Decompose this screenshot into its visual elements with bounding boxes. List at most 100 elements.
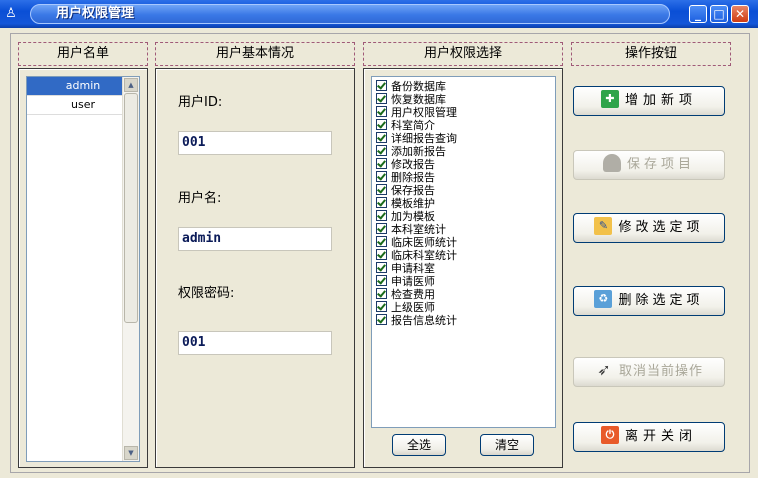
user-id-field[interactable]: 001 <box>178 131 332 155</box>
header-user-info: 用户基本情况 <box>155 42 355 66</box>
password-label: 权限密码: <box>178 286 235 301</box>
permission-label: 上级医师 <box>391 301 435 314</box>
cancel-icon: ➶ <box>597 360 611 379</box>
permission-item[interactable]: 检查费用 <box>372 288 555 301</box>
maximize-button[interactable]: □ <box>710 5 728 23</box>
user-name-label: 用户名: <box>178 191 222 206</box>
checkbox-checked-icon[interactable] <box>376 119 387 130</box>
close-icon: ✕ <box>734 7 746 21</box>
app-icon[interactable]: ♙ <box>4 6 18 22</box>
permission-item[interactable]: 申请医师 <box>372 275 555 288</box>
permission-item[interactable]: 报告信息统计 <box>372 314 555 327</box>
save-icon <box>602 154 621 172</box>
permission-label: 报告信息统计 <box>391 314 457 327</box>
close-button[interactable]: ✕ <box>731 5 749 23</box>
permission-label: 临床科室统计 <box>391 249 457 262</box>
user-list[interactable]: admin user ▲ ▼ <box>26 76 140 462</box>
checkbox-checked-icon[interactable] <box>376 106 387 117</box>
select-all-button[interactable]: 全选 <box>392 434 446 456</box>
permission-label: 科室简介 <box>391 119 435 132</box>
permission-label: 修改报告 <box>391 158 435 171</box>
permission-label: 加为模板 <box>391 210 435 223</box>
permission-item[interactable]: 添加新报告 <box>372 145 555 158</box>
checkbox-checked-icon[interactable] <box>376 197 387 208</box>
checkbox-checked-icon[interactable] <box>376 80 387 91</box>
header-actions: 操作按钮 <box>571 42 731 66</box>
permission-item[interactable]: 备份数据库 <box>372 80 555 93</box>
password-field[interactable]: 001 <box>178 331 332 355</box>
power-icon: ⏻ <box>600 426 619 444</box>
edit-icon: ✎ <box>594 217 613 235</box>
permission-label: 申请科室 <box>391 262 435 275</box>
permission-label: 临床医师统计 <box>391 236 457 249</box>
permission-item[interactable]: 临床医师统计 <box>372 236 555 249</box>
delete-selected-label: 删除选定项 <box>618 293 704 308</box>
permission-item[interactable]: 上级医师 <box>372 301 555 314</box>
edit-selected-button[interactable]: ✎ 修改选定项 <box>573 213 725 243</box>
permission-list[interactable]: 备份数据库 恢复数据库 用户权限管理 科室简介 详细报告查询 添加新报告 修改报… <box>371 76 556 428</box>
header-permissions: 用户权限选择 <box>363 42 563 66</box>
permission-item[interactable]: 删除报告 <box>372 171 555 184</box>
checkbox-checked-icon[interactable] <box>376 210 387 221</box>
permission-label: 模板维护 <box>391 197 435 210</box>
permission-item[interactable]: 详细报告查询 <box>372 132 555 145</box>
checkbox-checked-icon[interactable] <box>376 301 387 312</box>
checkbox-checked-icon[interactable] <box>376 145 387 156</box>
checkbox-checked-icon[interactable] <box>376 223 387 234</box>
user-list-scrollbar[interactable]: ▲ ▼ <box>122 77 139 461</box>
checkbox-checked-icon[interactable] <box>376 158 387 169</box>
minimize-button[interactable]: _ <box>689 5 707 23</box>
permission-label: 备份数据库 <box>391 80 446 93</box>
scroll-down-icon[interactable]: ▼ <box>124 446 138 460</box>
permission-item[interactable]: 修改报告 <box>372 158 555 171</box>
permission-item[interactable]: 用户权限管理 <box>372 106 555 119</box>
permission-label: 检查费用 <box>391 288 435 301</box>
add-item-button[interactable]: ✚ 增加新项 <box>573 86 725 116</box>
checkbox-checked-icon[interactable] <box>376 275 387 286</box>
permission-item[interactable]: 申请科室 <box>372 262 555 275</box>
permission-label: 本科室统计 <box>391 223 446 236</box>
permission-label: 恢复数据库 <box>391 93 446 106</box>
checkbox-checked-icon[interactable] <box>376 171 387 182</box>
delete-selected-button[interactable]: ♻ 删除选定项 <box>573 286 725 316</box>
permission-item[interactable]: 科室简介 <box>372 119 555 132</box>
permission-item[interactable]: 保存报告 <box>372 184 555 197</box>
checkbox-checked-icon[interactable] <box>376 262 387 273</box>
cancel-operation-button[interactable]: ➶ 取消当前操作 <box>573 357 725 387</box>
permission-item[interactable]: 模板维护 <box>372 197 555 210</box>
edit-selected-label: 修改选定项 <box>618 220 704 235</box>
checkbox-checked-icon[interactable] <box>376 314 387 325</box>
add-item-label: 增加新项 <box>624 93 697 108</box>
user-id-label: 用户ID: <box>178 95 223 110</box>
permission-item[interactable]: 临床科室统计 <box>372 249 555 262</box>
title-bar[interactable]: ♙ 用户权限管理 _ □ ✕ <box>0 0 758 28</box>
permission-label: 添加新报告 <box>391 145 446 158</box>
save-item-button[interactable]: 保存项目 <box>573 150 725 180</box>
checkbox-checked-icon[interactable] <box>376 132 387 143</box>
checkbox-checked-icon[interactable] <box>376 249 387 260</box>
save-item-label: 保存项目 <box>626 157 695 172</box>
permission-label: 用户权限管理 <box>391 106 457 119</box>
maximize-icon: □ <box>713 7 725 21</box>
permission-item[interactable]: 加为模板 <box>372 210 555 223</box>
user-info-panel <box>155 68 355 468</box>
checkbox-checked-icon[interactable] <box>376 184 387 195</box>
checkbox-checked-icon[interactable] <box>376 93 387 104</box>
delete-icon: ♻ <box>594 290 613 308</box>
checkbox-checked-icon[interactable] <box>376 236 387 247</box>
exit-close-label: 离开关闭 <box>624 429 697 444</box>
permission-label: 详细报告查询 <box>391 132 457 145</box>
window-title: 用户权限管理 <box>56 6 135 21</box>
scroll-thumb[interactable] <box>124 93 138 323</box>
permission-label: 申请医师 <box>391 275 435 288</box>
permission-label: 保存报告 <box>391 184 435 197</box>
checkbox-checked-icon[interactable] <box>376 288 387 299</box>
permission-item[interactable]: 本科室统计 <box>372 223 555 236</box>
minimize-icon: _ <box>695 7 701 21</box>
user-name-field[interactable]: admin <box>178 227 332 251</box>
permission-item[interactable]: 恢复数据库 <box>372 93 555 106</box>
exit-close-button[interactable]: ⏻ 离开关闭 <box>573 422 725 452</box>
scroll-up-icon[interactable]: ▲ <box>124 78 138 92</box>
clear-button[interactable]: 清空 <box>480 434 534 456</box>
permission-label: 删除报告 <box>391 171 435 184</box>
